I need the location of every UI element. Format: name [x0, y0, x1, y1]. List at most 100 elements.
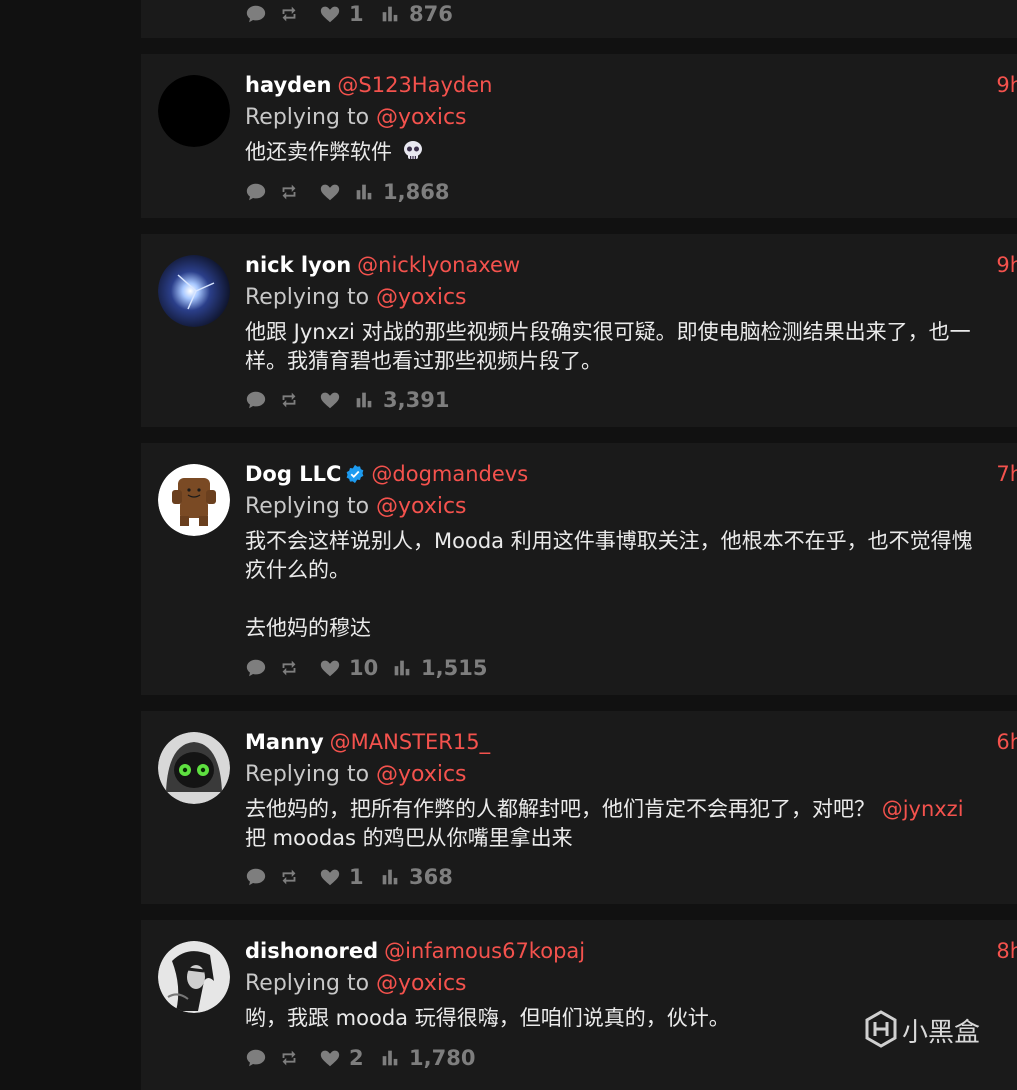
watermark-text: 小黑盒 — [902, 1018, 981, 1048]
heart-icon[interactable] — [319, 389, 353, 411]
heart-icon — [319, 3, 341, 25]
like-count: 1 — [349, 865, 364, 889]
reply-icon[interactable] — [245, 657, 277, 679]
display-name[interactable]: dishonored — [245, 939, 378, 963]
views-button[interactable]: 1,780 — [379, 1046, 475, 1070]
reply-icon[interactable] — [245, 1047, 277, 1069]
heart-icon — [319, 1047, 341, 1069]
user-handle[interactable]: @MANSTER15_ — [330, 730, 490, 754]
tweet-text-line: 我不会这样说别人，Mooda 利用这件事博取关注，他根本不在乎，也不觉得愧 — [245, 529, 973, 553]
user-handle[interactable]: @infamous67kopaj — [384, 939, 585, 963]
replying-to-handle[interactable]: @yoxics — [376, 105, 467, 130]
timestamp[interactable]: 7h — [996, 462, 1017, 486]
xiaoheihe-logo-icon — [865, 1010, 897, 1048]
like-button[interactable]: 1 — [319, 2, 379, 26]
replying-to-handle[interactable]: @yoxics — [376, 494, 467, 519]
like-count: 2 — [349, 1046, 364, 1070]
tweet-actions: 3,391 — [245, 388, 449, 412]
tweet-actions: 1,868 — [245, 180, 449, 204]
reply-feed: 1 876 hayden @S123Hayden 9h Replying to @… — [141, 0, 1017, 1090]
retweet-icon[interactable] — [277, 181, 319, 203]
avatar[interactable] — [158, 255, 230, 327]
tweet-text-line — [245, 585, 1017, 614]
replying-to-handle[interactable]: @yoxics — [376, 762, 467, 787]
bar-chart-icon — [379, 866, 401, 888]
skull-emoji-icon — [403, 141, 422, 159]
views-button[interactable]: 3,391 — [353, 388, 449, 412]
replying-label: Replying to — [245, 971, 370, 996]
replying-to-handle[interactable]: @yoxics — [376, 285, 467, 310]
views-button[interactable]: 368 — [379, 865, 453, 889]
tweet-actions: 2 1,780 — [245, 1046, 475, 1070]
bar-chart-icon — [379, 3, 401, 25]
avatar[interactable] — [158, 75, 230, 147]
replying-to-handle[interactable]: @yoxics — [376, 971, 467, 996]
reply-icon[interactable] — [245, 181, 277, 203]
retweet-icon[interactable] — [277, 1047, 319, 1069]
bar-chart-icon — [353, 389, 375, 411]
replying-label: Replying to — [245, 494, 370, 519]
avatar[interactable] — [158, 464, 230, 536]
reply-icon[interactable] — [245, 389, 277, 411]
display-name[interactable]: Manny — [245, 730, 324, 754]
display-name[interactable]: nick lyon — [245, 253, 351, 277]
tweet-text-line: 去他妈的穆达 — [245, 616, 371, 640]
tweet-text: 他还卖作弊软件 — [245, 140, 392, 164]
tweet-card[interactable]: dishonored @infamous67kopaj 8h Replying t… — [141, 920, 1017, 1090]
like-count: 10 — [349, 656, 379, 680]
tweet-text-line: 把 moodas 的鸡巴从你嘴里拿出来 — [245, 826, 573, 850]
heart-icon[interactable] — [319, 181, 353, 203]
bar-chart-icon — [391, 657, 413, 679]
retweet-icon[interactable] — [277, 657, 319, 679]
replying-label: Replying to — [245, 285, 370, 310]
tweet-text-line: 样。我猜育碧也看过那些视频片段了。 — [245, 349, 602, 373]
tweet-text-line: 他跟 Jynxzi 对战的那些视频片段确实很可疑。即使电脑检测结果出来了，也一 — [245, 320, 971, 344]
tweet-actions: 1 368 — [245, 865, 453, 889]
views-button[interactable]: 876 — [379, 2, 453, 26]
heart-icon — [319, 866, 341, 888]
like-button[interactable]: 2 — [319, 1046, 379, 1070]
replying-label: Replying to — [245, 762, 370, 787]
timestamp[interactable]: 8h — [996, 939, 1017, 963]
avatar[interactable] — [158, 941, 230, 1013]
tweet-text-line: 疚什么的。 — [245, 558, 350, 582]
views-button[interactable]: 1,868 — [353, 180, 449, 204]
display-name[interactable]: Dog LLC — [245, 462, 341, 486]
avatar[interactable] — [158, 732, 230, 804]
heart-icon — [319, 657, 341, 679]
user-handle[interactable]: @S123Hayden — [337, 73, 492, 97]
like-button[interactable]: 10 — [319, 656, 391, 680]
view-count: 368 — [409, 865, 453, 889]
tweet-card[interactable]: Dog LLC @dogmandevs 7h Replying to @yoxic… — [141, 443, 1017, 695]
retweet-icon[interactable] — [277, 3, 319, 25]
reply-icon[interactable] — [245, 866, 277, 888]
verified-badge-icon — [347, 464, 364, 484]
like-count: 1 — [349, 2, 364, 26]
retweet-icon[interactable] — [277, 389, 319, 411]
view-count: 1,868 — [383, 180, 450, 204]
like-button[interactable]: 1 — [319, 865, 379, 889]
tweet-card[interactable]: hayden @S123Hayden 9h Replying to @yoxics… — [141, 54, 1017, 218]
view-count: 1,780 — [409, 1046, 476, 1070]
user-handle[interactable]: @nicklyonaxew — [357, 253, 520, 277]
timestamp[interactable]: 9h — [996, 73, 1017, 97]
tweet-card-partial[interactable]: 1 876 — [141, 0, 1017, 38]
tweet-text: 去他妈的，把所有作弊的人都解封吧，他们肯定不会再犯了，对吧？ — [245, 797, 875, 821]
view-count: 1,515 — [421, 656, 488, 680]
tweet-actions: 10 1,515 — [245, 656, 487, 680]
retweet-icon[interactable] — [277, 866, 319, 888]
watermark: 小黑盒 — [864, 1010, 994, 1050]
reply-icon[interactable] — [245, 3, 277, 25]
view-count: 876 — [409, 2, 453, 26]
display-name[interactable]: hayden — [245, 73, 331, 97]
timestamp[interactable]: 9h — [996, 253, 1017, 277]
tweet-text: 哟，我跟 mooda 玩得很嗨，但咱们说真的，伙计。 — [245, 1006, 730, 1030]
tweet-card[interactable]: Manny @MANSTER15_ 6h Replying to @yoxics … — [141, 711, 1017, 904]
user-handle[interactable]: @dogmandevs — [371, 462, 528, 486]
views-button[interactable]: 1,515 — [391, 656, 487, 680]
mention-link[interactable]: @jynxzi — [882, 797, 964, 821]
replying-label: Replying to — [245, 105, 370, 130]
timestamp[interactable]: 6h — [996, 730, 1017, 754]
view-count: 3,391 — [383, 388, 450, 412]
tweet-card[interactable]: nick lyon @nicklyonaxew 9h Replying to @y… — [141, 234, 1017, 427]
